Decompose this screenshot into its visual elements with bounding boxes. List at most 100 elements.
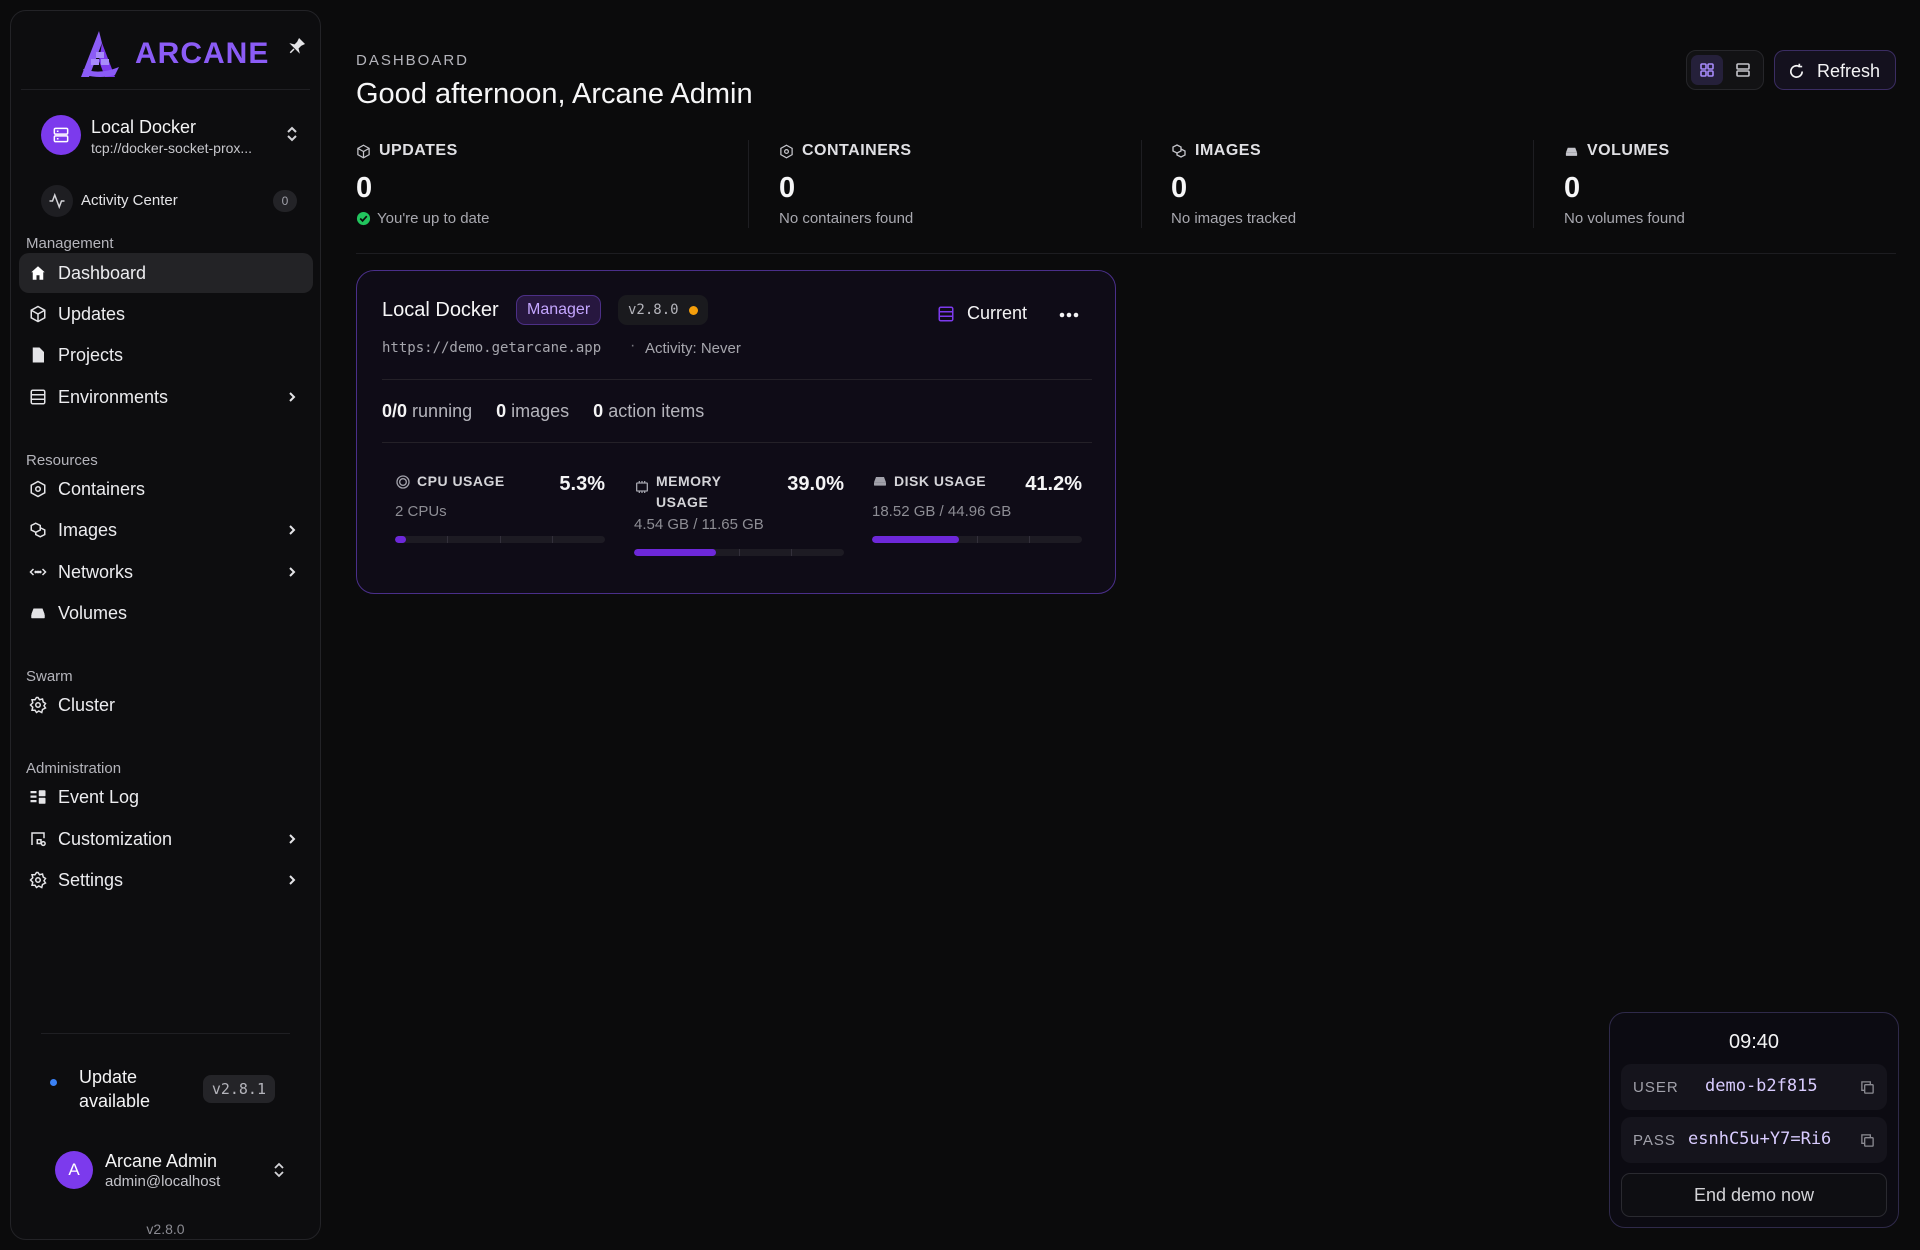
demo-user-value[interactable]: demo-b2f815 bbox=[1705, 1076, 1818, 1096]
metric-subtext: 18.52 GB / 44.96 GB bbox=[872, 503, 1012, 520]
metric-label-line: USAGE bbox=[656, 494, 709, 510]
demo-timer: 09:40 bbox=[1728, 1031, 1780, 1053]
metric-percent: 5.3% bbox=[559, 473, 605, 495]
images-count: 0 bbox=[496, 401, 507, 421]
role-badge: Manager bbox=[516, 295, 602, 325]
metric-percent: 41.2% bbox=[1025, 473, 1082, 495]
user-menu[interactable]: A Arcane Admin admin@localhost bbox=[29, 1139, 309, 1199]
sidebar-item-label: Projects bbox=[58, 345, 124, 365]
home-icon bbox=[31, 266, 45, 280]
divider bbox=[1141, 140, 1142, 228]
divider bbox=[21, 89, 310, 90]
sidebar-item-networks[interactable]: Networks bbox=[19, 552, 313, 592]
user-name: Arcane Admin bbox=[105, 1151, 218, 1171]
running-count: 0/0 bbox=[382, 401, 408, 421]
update-available-button[interactable]: Update available v2.8.1 bbox=[29, 1051, 309, 1111]
sidebar-item-containers[interactable]: Containers bbox=[19, 469, 313, 509]
sidebar-item-label: Images bbox=[58, 520, 118, 540]
stat-volumes[interactable]: VOLUMES 0 No volumes found bbox=[1564, 140, 1920, 240]
stat-value: 0 bbox=[779, 172, 796, 204]
sidebar-item-cluster[interactable]: Cluster bbox=[19, 685, 313, 725]
grid-icon bbox=[1700, 63, 1714, 77]
cpu-icon bbox=[396, 475, 410, 489]
section-resources: Resources bbox=[26, 452, 98, 469]
stat-label: UPDATES bbox=[379, 142, 458, 159]
sidebar-item-label: Networks bbox=[58, 562, 134, 582]
memory-chip-icon bbox=[636, 481, 648, 493]
environment-card-title: Local Docker bbox=[382, 299, 499, 321]
hard-drive-icon bbox=[1565, 147, 1578, 156]
status-dot bbox=[688, 305, 698, 315]
environment-name: Local Docker bbox=[91, 117, 197, 137]
demo-pass-row: PASS esnhC5u+Y7=Ri6 bbox=[1621, 1117, 1887, 1163]
chevron-right-icon bbox=[289, 567, 296, 577]
separator: · bbox=[630, 337, 636, 354]
activity-center-label: Activity Center bbox=[81, 192, 178, 209]
sidebar-item-environments[interactable]: Environments bbox=[19, 377, 313, 417]
view-toggle bbox=[1686, 50, 1764, 90]
stat-containers[interactable]: CONTAINERS 0 No containers found bbox=[779, 140, 1139, 240]
chevron-right-icon bbox=[289, 525, 296, 535]
stat-subtext: No images tracked bbox=[1171, 210, 1297, 227]
progress-fill bbox=[634, 549, 716, 556]
copy-icon[interactable] bbox=[1860, 1080, 1875, 1095]
chevron-up-down-icon bbox=[287, 126, 297, 142]
server-icon bbox=[41, 115, 81, 155]
pin-icon[interactable] bbox=[288, 37, 306, 55]
sidebar-item-settings[interactable]: Settings bbox=[19, 860, 313, 900]
demo-pass-value[interactable]: esnhC5u+Y7=Ri6 bbox=[1688, 1129, 1831, 1149]
images-icon bbox=[1172, 144, 1186, 158]
server-stack-icon bbox=[30, 389, 46, 405]
package-icon bbox=[30, 305, 46, 323]
memory-progress-bar bbox=[634, 549, 844, 556]
activity-count-badge: 0 bbox=[273, 190, 297, 212]
cog-icon bbox=[29, 696, 47, 714]
refresh-label: Refresh bbox=[1817, 61, 1881, 81]
refresh-button[interactable]: Refresh bbox=[1774, 50, 1896, 90]
divider bbox=[748, 140, 749, 228]
environment-switcher[interactable]: Local Docker tcp://docker-socket-prox... bbox=[29, 103, 309, 165]
sidebar-item-label: Cluster bbox=[58, 695, 116, 715]
stat-images[interactable]: IMAGES 0 No images tracked bbox=[1171, 140, 1531, 240]
page-eyebrow: DASHBOARD bbox=[356, 52, 470, 69]
file-icon bbox=[32, 347, 44, 363]
bar-tick bbox=[552, 536, 553, 543]
sidebar-item-images[interactable]: Images bbox=[19, 510, 313, 550]
activity-center-button[interactable]: Activity Center 0 bbox=[29, 181, 309, 221]
sidebar-item-event-log[interactable]: Event Log bbox=[19, 777, 313, 817]
activity-icon bbox=[41, 185, 73, 217]
sidebar-item-label: Settings bbox=[58, 870, 124, 890]
stat-label: VOLUMES bbox=[1587, 142, 1670, 159]
sidebar-item-label: Containers bbox=[58, 479, 146, 499]
sidebar-item-dashboard[interactable]: Dashboard bbox=[19, 253, 313, 293]
current-label: Current bbox=[967, 303, 1028, 323]
list-view-button[interactable] bbox=[1727, 55, 1759, 85]
sidebar-item-projects[interactable]: Projects bbox=[19, 335, 313, 375]
container-icon bbox=[30, 480, 46, 498]
grid-view-button[interactable] bbox=[1691, 55, 1723, 85]
update-indicator-dot bbox=[50, 1079, 57, 1086]
chevron-right-icon bbox=[289, 392, 296, 402]
running-label: running bbox=[412, 401, 473, 421]
stat-value: 0 bbox=[356, 172, 373, 204]
sidebar-item-customization[interactable]: Customization bbox=[19, 819, 313, 859]
copy-icon[interactable] bbox=[1860, 1133, 1875, 1148]
images-label: images bbox=[511, 401, 570, 421]
bar-tick bbox=[739, 549, 740, 556]
sidebar-item-label: Event Log bbox=[58, 787, 140, 807]
end-demo-button[interactable]: End demo now bbox=[1621, 1173, 1887, 1217]
stat-updates[interactable]: UPDATES 0 You're up to date bbox=[356, 140, 716, 240]
more-options-icon[interactable] bbox=[1057, 303, 1081, 327]
bar-tick bbox=[1029, 536, 1030, 543]
stat-value: 0 bbox=[1564, 172, 1581, 204]
bar-tick bbox=[791, 549, 792, 556]
chevron-right-icon bbox=[289, 834, 296, 844]
demo-credentials-panel: 09:40 USER demo-b2f815 PASS esnhC5u+Y7=R… bbox=[1609, 1012, 1899, 1228]
divider bbox=[1533, 140, 1534, 228]
environment-card[interactable]: Local Docker Manager v2.8.0 Current http… bbox=[356, 270, 1116, 594]
metric-subtext: 2 CPUs bbox=[395, 503, 447, 520]
template-icon bbox=[31, 832, 46, 847]
cpu-usage-metric: CPU USAGE 5.3% 2 CPUs bbox=[395, 471, 605, 561]
sidebar-item-updates[interactable]: Updates bbox=[19, 294, 313, 334]
sidebar-item-volumes[interactable]: Volumes bbox=[19, 593, 313, 633]
